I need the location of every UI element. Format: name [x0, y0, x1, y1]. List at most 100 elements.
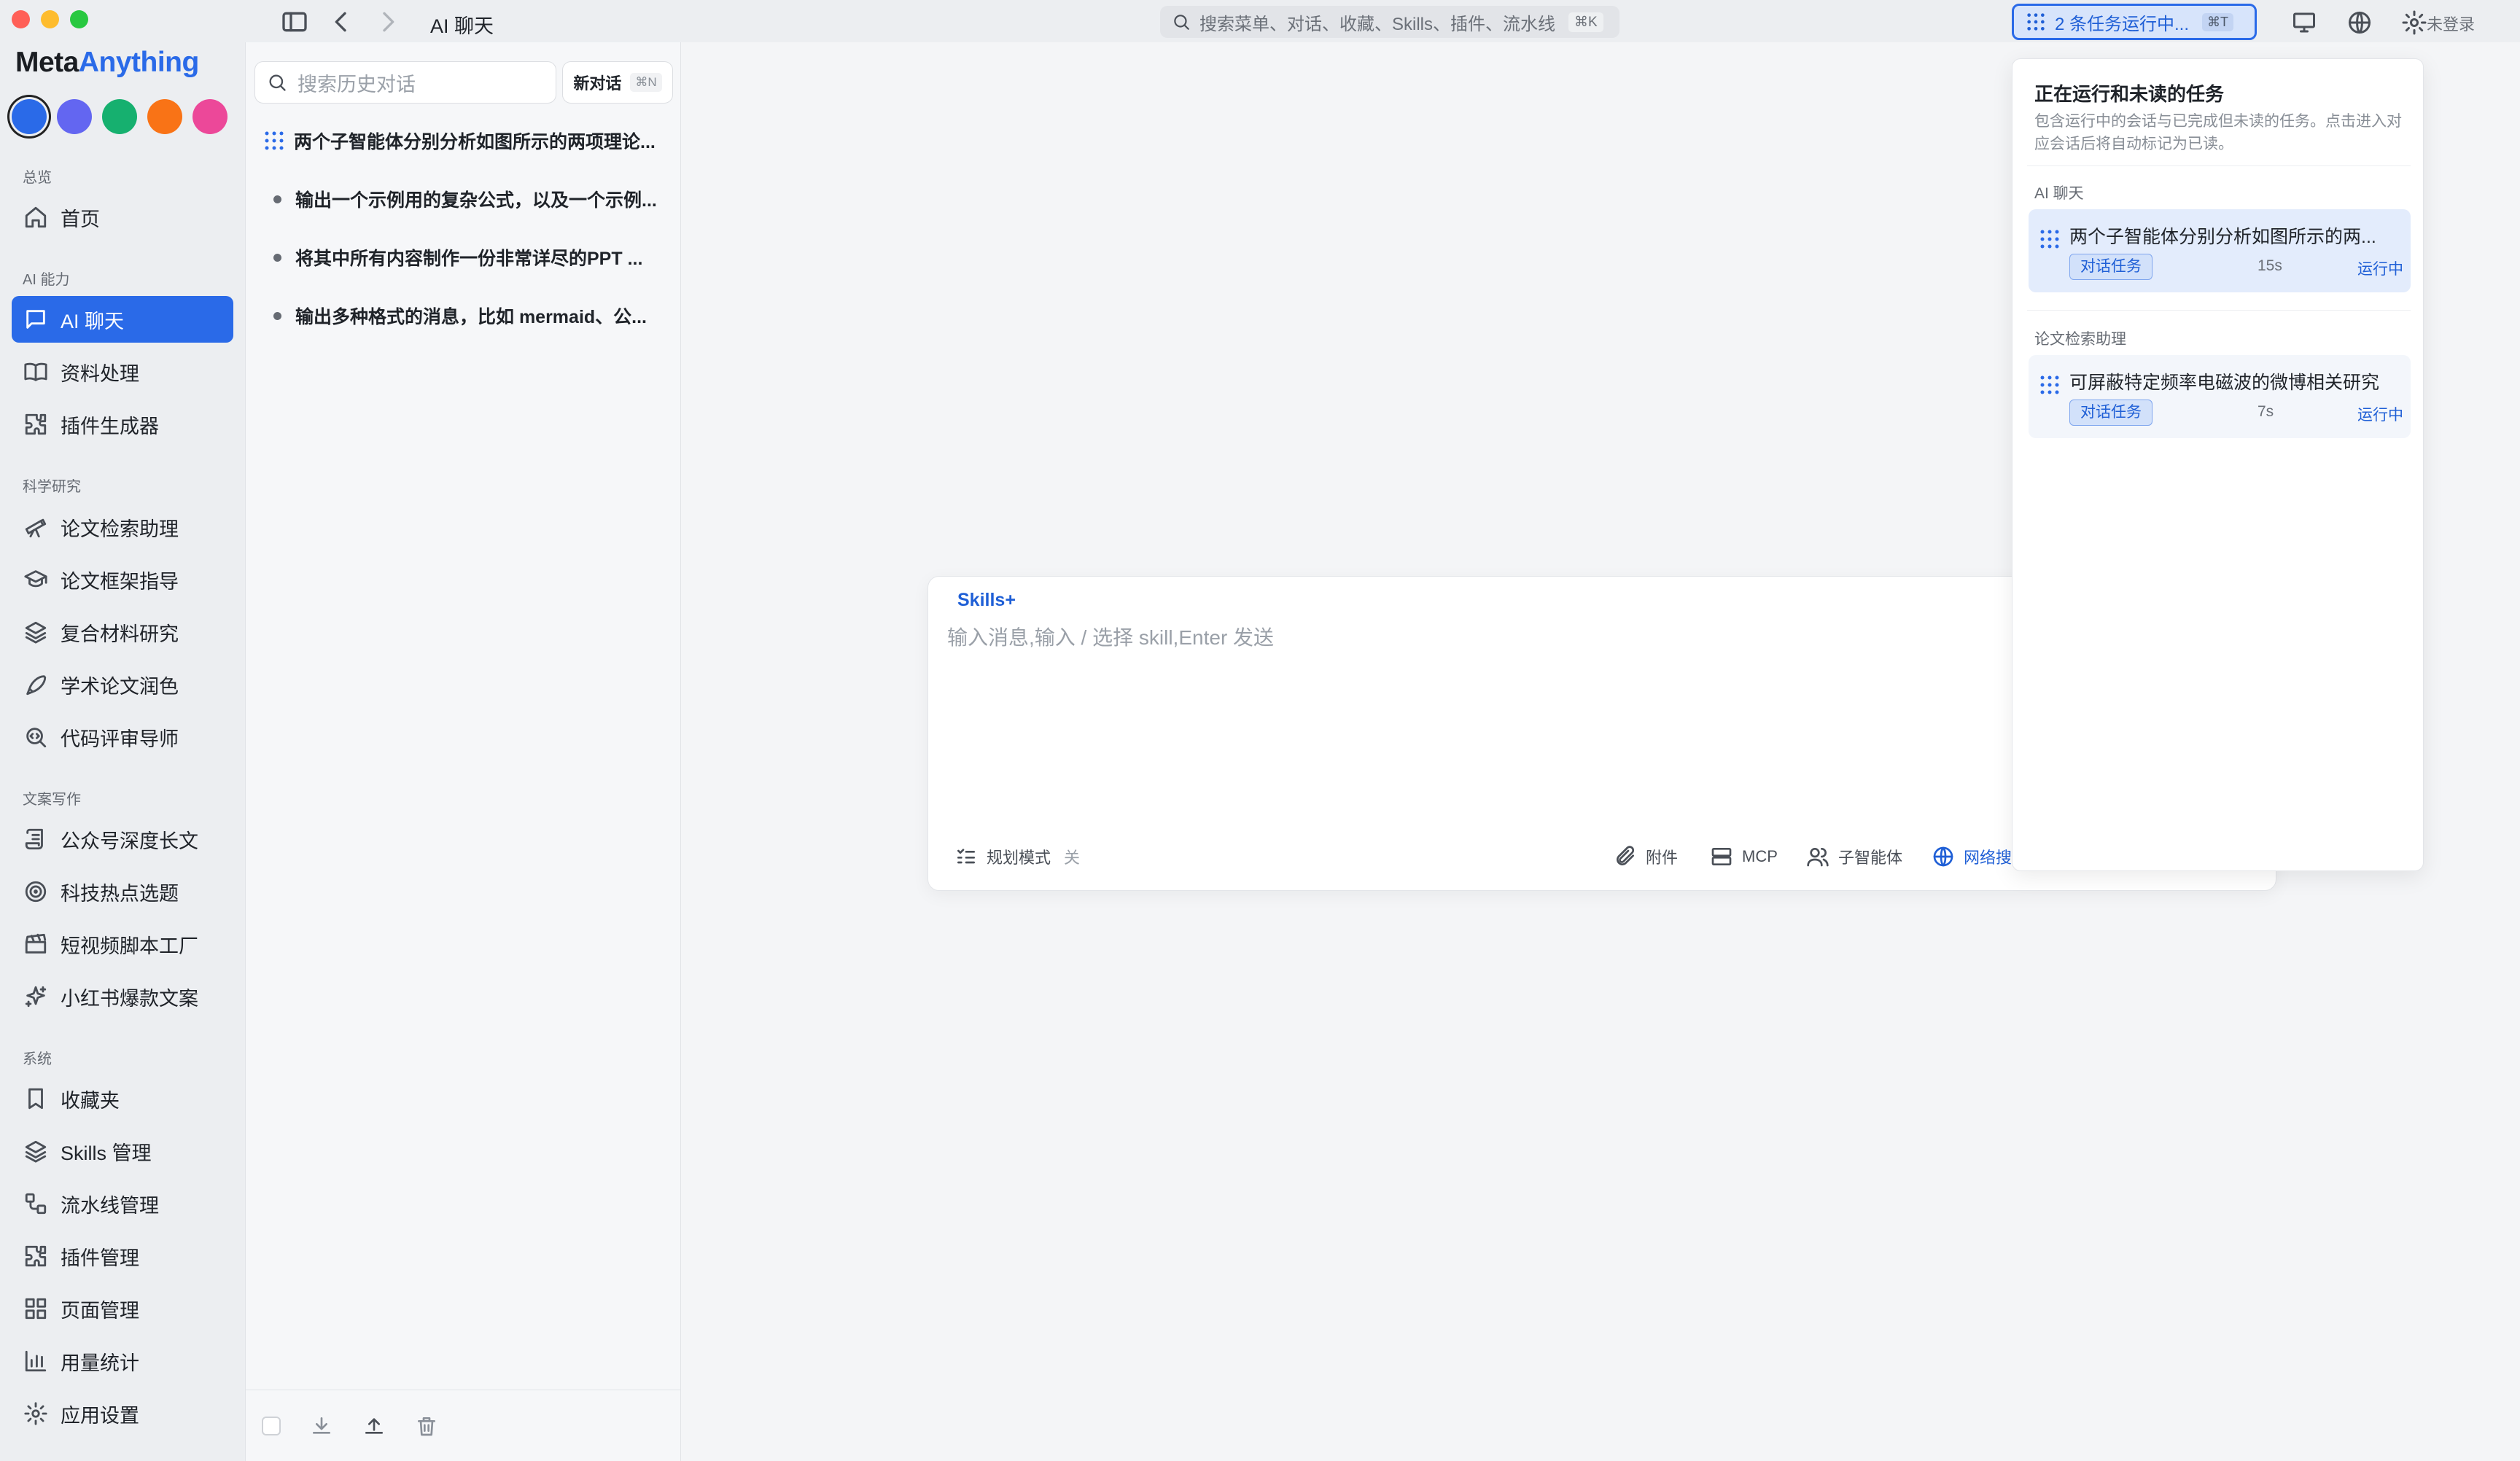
- book-icon: [24, 362, 47, 381]
- puzzle-icon: [25, 1245, 47, 1267]
- section-label: 科学研究: [23, 479, 81, 495]
- upload-icon[interactable]: [362, 1414, 386, 1438]
- sidebar-toggle-icon[interactable]: [280, 7, 309, 36]
- task-elapsed: 15s: [2258, 257, 2282, 274]
- sidebar-item-plugin-management[interactable]: 插件管理: [12, 1233, 233, 1279]
- sidebar-item-ai-chat[interactable]: AI 聊天: [12, 296, 233, 343]
- pen-icon: [26, 675, 47, 696]
- mcp-button[interactable]: MCP: [1710, 845, 1778, 868]
- bookmark-icon: [28, 1088, 43, 1110]
- sidebar-item-page-management[interactable]: 页面管理: [12, 1285, 233, 1332]
- users-icon: [1807, 848, 1829, 867]
- sidebar-item-label: 流水线管理: [61, 1194, 159, 1217]
- sidebar-item-usage-stats[interactable]: 用量统计: [12, 1338, 233, 1384]
- chat-icon: [26, 310, 45, 329]
- monitor-icon[interactable]: [2291, 9, 2317, 36]
- message-input[interactable]: 输入消息,输入 / 选择 skill,Enter 发送: [947, 622, 1274, 651]
- running-tasks-popover: 正在运行和未读的任务 包含运行中的会话与已完成但未读的任务。点击进入对应会话后将…: [2012, 58, 2424, 871]
- loading-dots-icon: [265, 131, 284, 150]
- attach-button[interactable]: 附件: [1614, 845, 1678, 868]
- sidebar-item-label: 公众号深度长文: [61, 830, 198, 852]
- search-icon: [1174, 15, 1189, 30]
- subagent-button[interactable]: 子智能体: [1806, 845, 1902, 868]
- history-item[interactable]: 输出多种格式的消息，比如 mermaid、公...: [266, 297, 674, 334]
- theme-swatch-green[interactable]: [102, 99, 137, 134]
- paperclip-icon: [1617, 846, 1635, 865]
- task-group-label: AI 聊天: [2034, 185, 2084, 202]
- sidebar-item-label: 论文检索助理: [61, 518, 179, 540]
- task-status: 运行中: [2357, 407, 2403, 424]
- history-item[interactable]: 输出一个示例用的复杂公式，以及一个示例...: [266, 181, 674, 217]
- sidebar-item-label: Skills 管理: [61, 1142, 152, 1164]
- history-footer: [246, 1390, 680, 1461]
- select-all-checkbox[interactable]: [262, 1416, 281, 1435]
- forward-icon[interactable]: [373, 7, 402, 36]
- status-dot: [273, 311, 281, 320]
- sidebar-item-paper-framework[interactable]: 论文框架指导: [12, 556, 233, 603]
- gear-icon: [24, 1402, 47, 1425]
- sidebar-item-tech-topics[interactable]: 科技热点选题: [12, 868, 233, 915]
- divider: [2027, 165, 2411, 166]
- theme-swatch-pink[interactable]: [192, 99, 228, 134]
- app-logo: MetaAnything: [15, 47, 199, 79]
- plan-mode-toggle[interactable]: 规划模式 关: [954, 845, 1080, 868]
- section-label: 系统: [23, 1051, 52, 1067]
- close-window-button[interactable]: [12, 10, 30, 28]
- sidebar-item-label: 学术论文润色: [61, 675, 179, 698]
- task-group-label: 论文检索助理: [2034, 331, 2126, 348]
- history-item-title: 输出多种格式的消息，比如 mermaid、公...: [295, 307, 647, 327]
- mcp-label: MCP: [1742, 847, 1778, 865]
- back-icon[interactable]: [327, 7, 356, 36]
- history-item-title: 两个子智能体分别分析如图所示的两项理论...: [294, 132, 656, 152]
- globe-icon[interactable]: [2346, 9, 2373, 36]
- theme-swatch-orange[interactable]: [147, 99, 182, 134]
- new-chat-button[interactable]: 新对话 ⌘N: [562, 61, 673, 104]
- sidebar-item-paper-polish[interactable]: 学术论文润色: [12, 661, 233, 708]
- graduation-cap-icon: [24, 570, 47, 588]
- web-search-button[interactable]: 网络搜: [1932, 845, 2012, 868]
- history-item-running[interactable]: 两个子智能体分别分析如图所示的两项理论...: [263, 122, 672, 159]
- running-tasks-button[interactable]: 2 条任务运行中... ⌘T: [2012, 4, 2257, 40]
- sidebar-item-code-review[interactable]: 代码评审导师: [12, 714, 233, 760]
- global-search-input[interactable]: 搜索菜单、对话、收藏、Skills、插件、流水线 ⌘K: [1160, 6, 1619, 38]
- task-card[interactable]: 两个子智能体分别分析如图所示的两... 对话任务 15s 运行中: [2029, 209, 2411, 292]
- global-search-placeholder: 搜索菜单、对话、收藏、Skills、插件、流水线: [1199, 14, 1556, 34]
- gear-icon[interactable]: [2401, 9, 2427, 36]
- sidebar-item-favorites[interactable]: 收藏夹: [12, 1075, 233, 1122]
- sidebar-item-label: 复合材料研究: [61, 623, 179, 645]
- new-chat-label: 新对话: [573, 74, 622, 93]
- skills-button[interactable]: Skills+: [957, 590, 1016, 611]
- theme-swatch-indigo[interactable]: [57, 99, 92, 134]
- task-card[interactable]: 可屏蔽特定频率电磁波的微博相关研究 对话任务 7s 运行中: [2029, 355, 2411, 438]
- telescope-icon: [25, 518, 47, 538]
- sidebar-item-plugin-generator[interactable]: 插件生成器: [12, 401, 233, 448]
- sidebar-item-app-settings[interactable]: 应用设置: [12, 1390, 233, 1437]
- trash-icon[interactable]: [415, 1414, 438, 1438]
- sidebar-item-composite-material[interactable]: 复合材料研究: [12, 609, 233, 655]
- running-tasks-shortcut: ⌘T: [2202, 12, 2234, 31]
- theme-swatch-blue[interactable]: [12, 99, 47, 134]
- sidebar-item-xiaohongshu-copy[interactable]: 小红书爆款文案: [12, 973, 233, 1020]
- global-search-shortcut: ⌘K: [1568, 12, 1603, 32]
- download-icon[interactable]: [310, 1414, 333, 1438]
- sidebar-item-pipeline-management[interactable]: 流水线管理: [12, 1180, 233, 1227]
- sidebar-item-home[interactable]: 首页: [12, 194, 233, 241]
- history-item[interactable]: 将其中所有内容制作一份非常详尽的PPT ...: [266, 239, 674, 276]
- minimize-window-button[interactable]: [41, 10, 59, 28]
- attach-label: 附件: [1646, 849, 1679, 867]
- sidebar-item-skills-management[interactable]: Skills 管理: [12, 1128, 233, 1174]
- history-search-input[interactable]: 搜索历史对话: [254, 61, 556, 104]
- sidebar-item-wechat-article[interactable]: 公众号深度长文: [12, 816, 233, 862]
- brand-name-part2: Anything: [78, 47, 199, 78]
- sidebar-item-paper-search[interactable]: 论文检索助理: [12, 504, 233, 550]
- section-label: AI 能力: [23, 272, 70, 288]
- status-dot: [273, 253, 281, 262]
- status-dot: [273, 195, 281, 203]
- zoom-window-button[interactable]: [70, 10, 88, 28]
- popover-description: 包含运行中的会话与已完成但未读的任务。点击进入对应会话后将自动标记为已读。: [2034, 113, 2402, 152]
- sidebar-item-document-processing[interactable]: 资料处理: [12, 348, 233, 395]
- task-title: 两个子智能体分别分析如图所示的两...: [2069, 227, 2376, 247]
- running-tasks-label: 2 条任务运行中...: [2055, 14, 2190, 34]
- sidebar-item-short-video-script[interactable]: 短视频脚本工厂: [12, 921, 233, 967]
- login-status[interactable]: 未登录: [2427, 12, 2475, 35]
